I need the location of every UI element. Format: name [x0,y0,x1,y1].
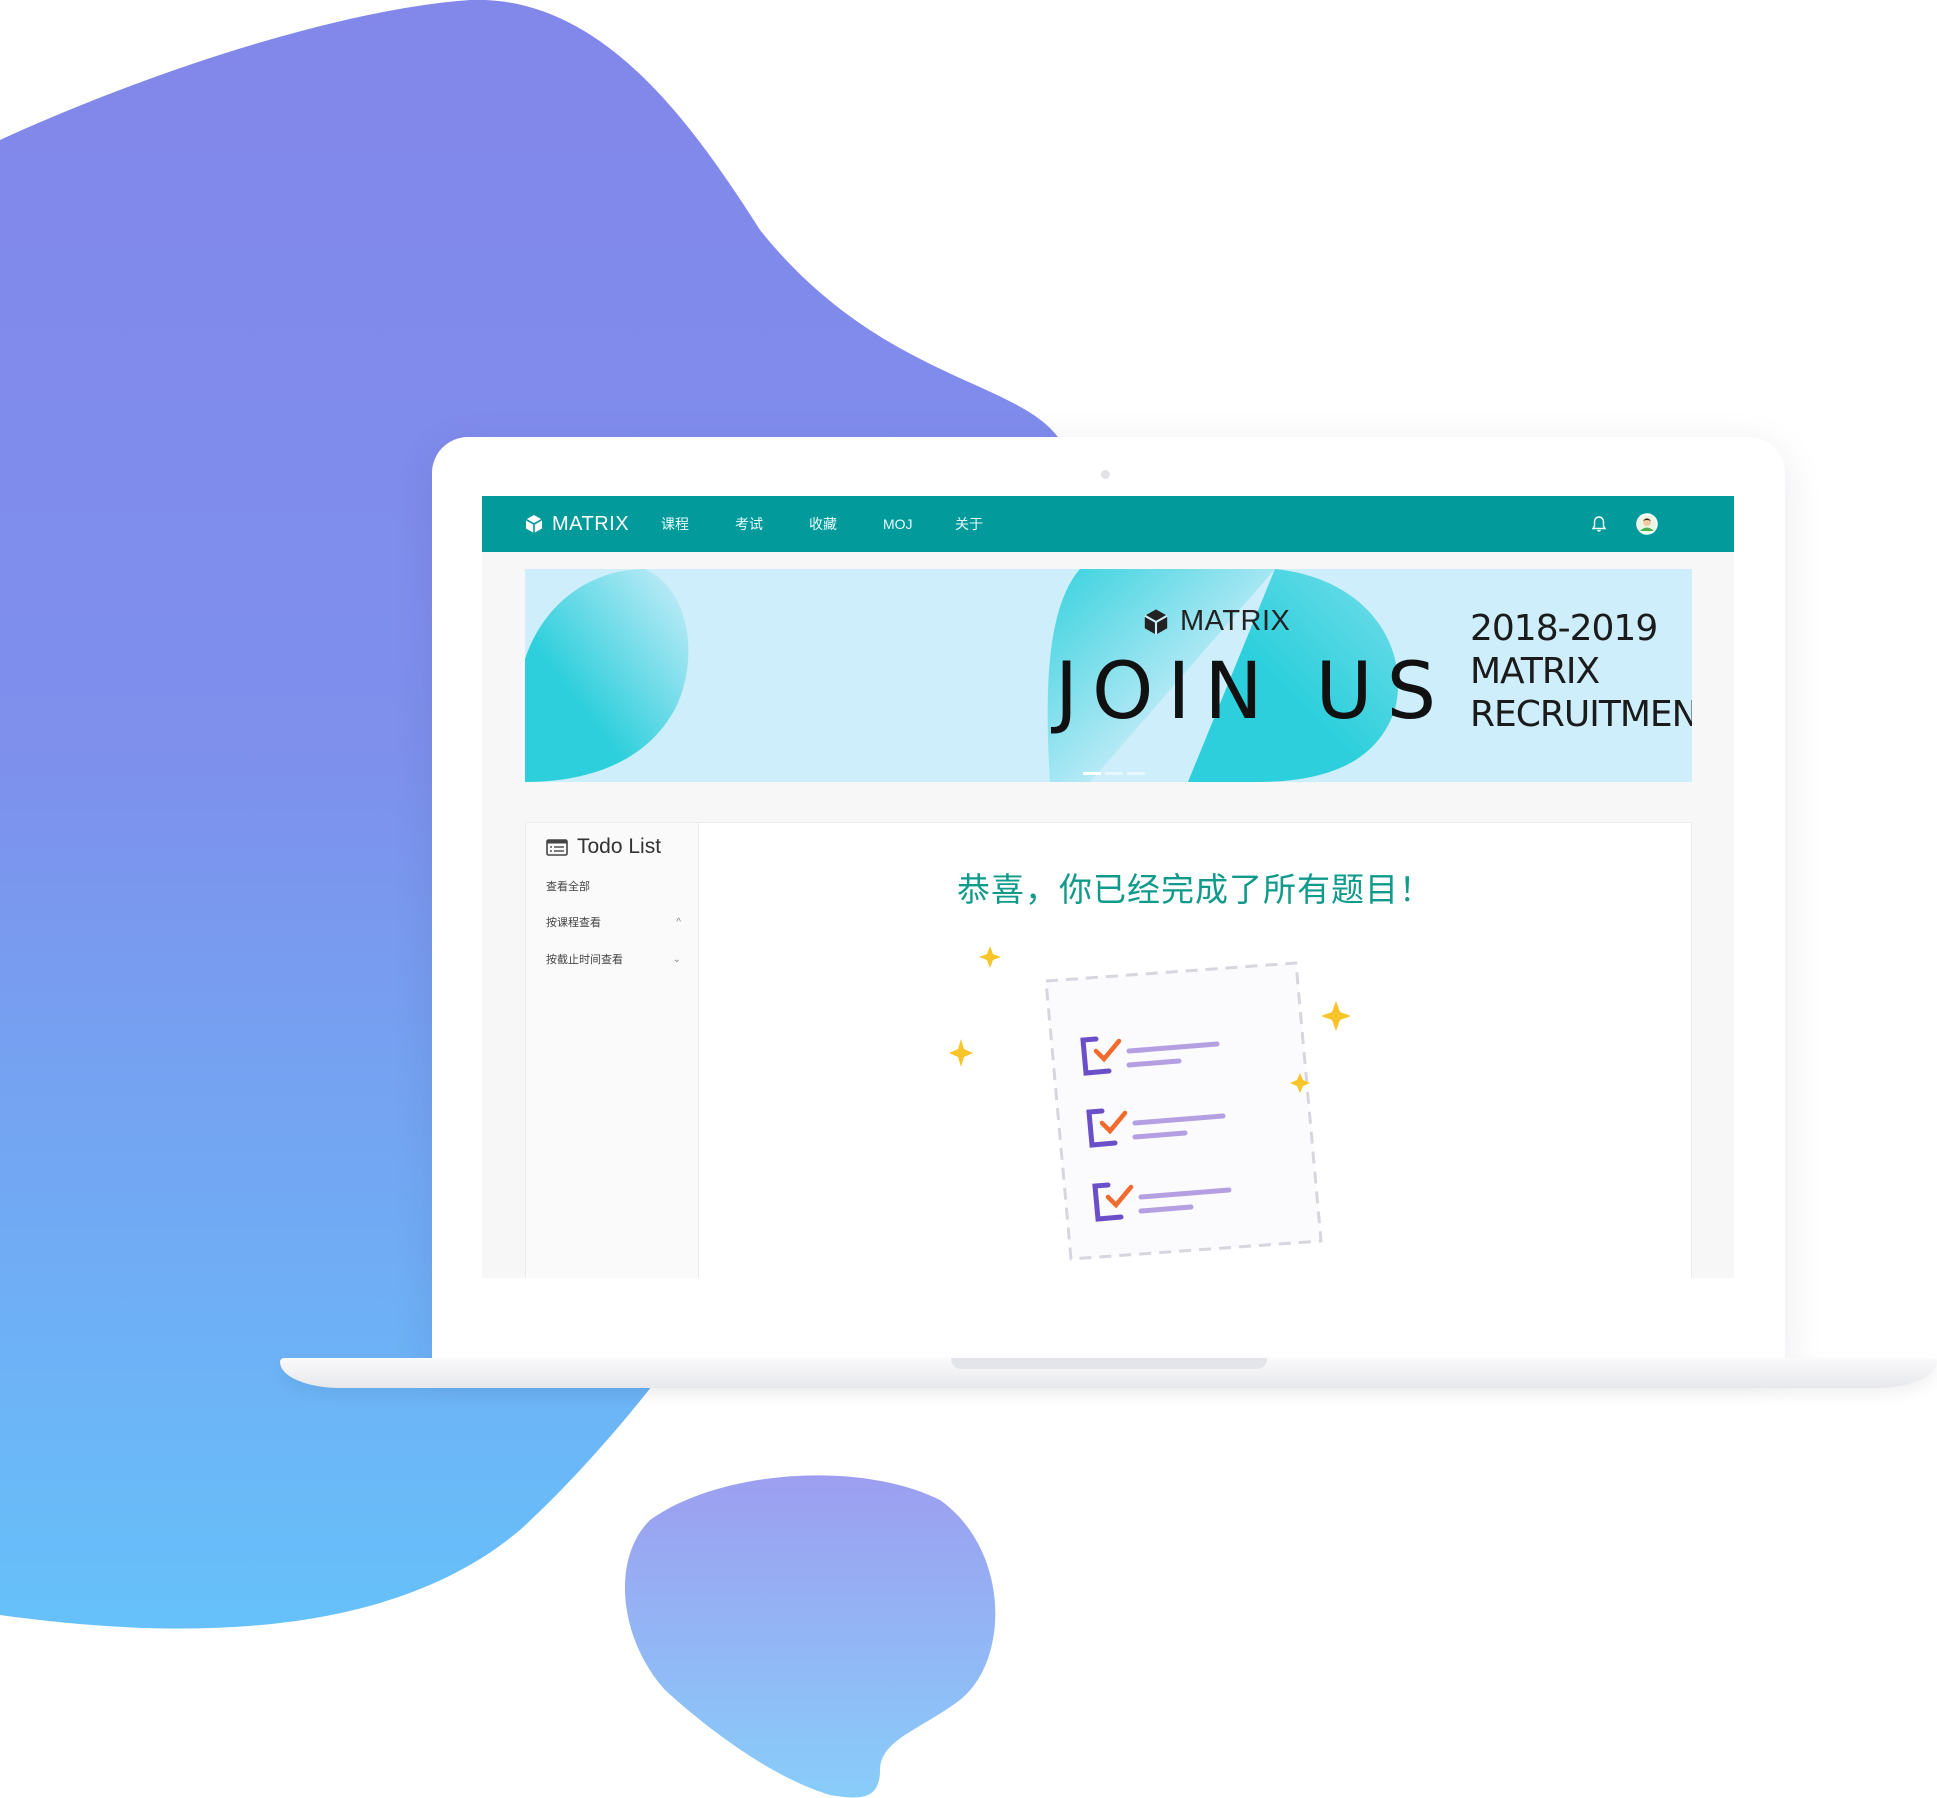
bell-icon[interactable] [1588,513,1610,535]
banner-years: 2018-2019 [1470,608,1658,649]
chevron-down-icon: ⌄ [672,953,681,965]
todo-sidebar: Todo List 查看全部 按课程查看 ^ 按截止时间查看 ⌄ [526,823,699,1278]
sidebar-item-view-all[interactable]: 查看全部 [546,876,681,896]
banner-line2: MATRIX [1470,651,1600,692]
nav-item-courses[interactable]: 课程 [661,496,689,552]
sidebar-item-label: 查看全部 [546,881,590,893]
sparkle-icon [949,1039,973,1067]
brand-logo[interactable]: MATRIX [524,496,629,552]
carousel-indicators [1083,772,1145,775]
sidebar-item-by-deadline[interactable]: 按截止时间查看 ⌄ [546,949,681,969]
avatar[interactable] [1636,513,1658,535]
recruitment-banner[interactable]: MATRIX JOIN US 2018-2019 MATRIX RECRUITM… [525,569,1692,782]
chevron-up-icon: ^ [676,916,681,928]
banner-brand: MATRIX [1142,605,1290,638]
todo-card: Todo List 查看全部 按课程查看 ^ 按截止时间查看 ⌄ 恭喜，你已经完… [525,822,1692,1278]
sidebar-item-label: 按截止时间查看 [546,954,623,966]
nav-item-exams[interactable]: 考试 [735,496,763,552]
nav-item-about[interactable]: 关于 [955,496,983,552]
cube-icon [1144,608,1168,635]
nav-item-moj[interactable]: MOJ [883,496,913,552]
banner-line3: RECRUITMENT [1470,694,1692,735]
small-blob [624,1475,996,1798]
completion-message: 恭喜，你已经完成了所有题目！ [957,871,1433,908]
camera-dot [1101,470,1110,479]
carousel-dot[interactable] [1105,772,1123,775]
cube-icon [525,515,543,533]
brand-name: MATRIX [552,512,630,535]
nav-item-favorites[interactable]: 收藏 [809,496,837,552]
sidebar-item-by-course[interactable]: 按课程查看 ^ [546,912,681,932]
banner-recruitment-text: 2018-2019 MATRIX RECRUITMENT [1470,607,1692,736]
screen-display: MATRIX 课程 考试 收藏 MOJ 关于 MATRIX JOIN US 20… [482,496,1734,1278]
list-icon [546,838,568,856]
todo-main: 恭喜，你已经完成了所有题目！ [699,823,1691,1278]
sparkle-icon [1321,1001,1351,1031]
sidebar-item-label: 按课程查看 [546,917,601,929]
sidebar-title-text: Todo List [577,835,662,858]
top-navbar: MATRIX 课程 考试 收藏 MOJ 关于 [482,496,1734,552]
carousel-dot[interactable] [1083,772,1101,775]
sparkle-icon [979,946,1001,968]
banner-brand-name: MATRIX [1180,605,1291,637]
sidebar-title: Todo List [546,835,661,859]
banner-headline: JOIN US [1055,647,1451,737]
laptop-notch [951,1358,1267,1369]
carousel-dot[interactable] [1127,772,1145,775]
checklist-illustration [949,946,1351,1261]
